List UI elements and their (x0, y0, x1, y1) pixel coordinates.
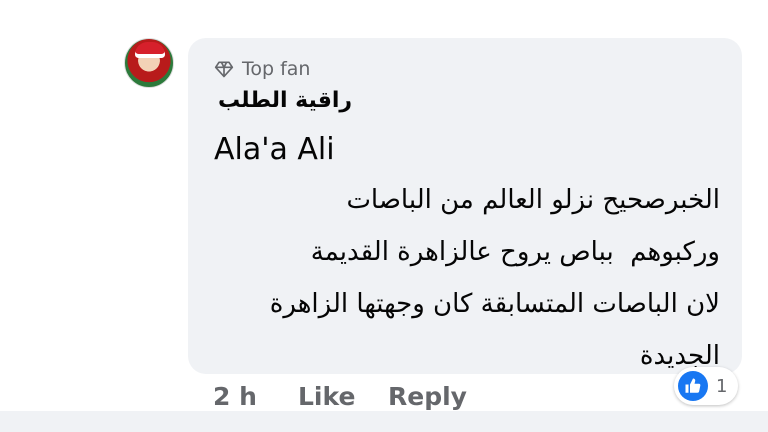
avatar[interactable] (124, 38, 174, 88)
comment-author[interactable]: راقية الطلب (218, 88, 388, 113)
top-strip (0, 0, 768, 22)
diamond-icon (214, 59, 234, 79)
comment-text: الخبرصحيح نزلو العالم من الباصات وركبوهم… (269, 185, 720, 371)
comment-timestamp[interactable]: 2 h (213, 382, 257, 411)
reaction-count: 1 (716, 375, 728, 397)
badge-label: Top fan (242, 58, 311, 80)
thumbs-up-icon (678, 371, 708, 401)
reply-button[interactable]: Reply (388, 382, 467, 411)
santa-hat-icon (135, 42, 165, 58)
top-fan-badge: Top fan (214, 58, 310, 80)
mentioned-user[interactable]: Ala'a Ali (214, 132, 335, 167)
bottom-strip (0, 411, 768, 432)
like-button[interactable]: Like (298, 382, 355, 411)
reaction-summary[interactable]: 1 (674, 367, 738, 405)
